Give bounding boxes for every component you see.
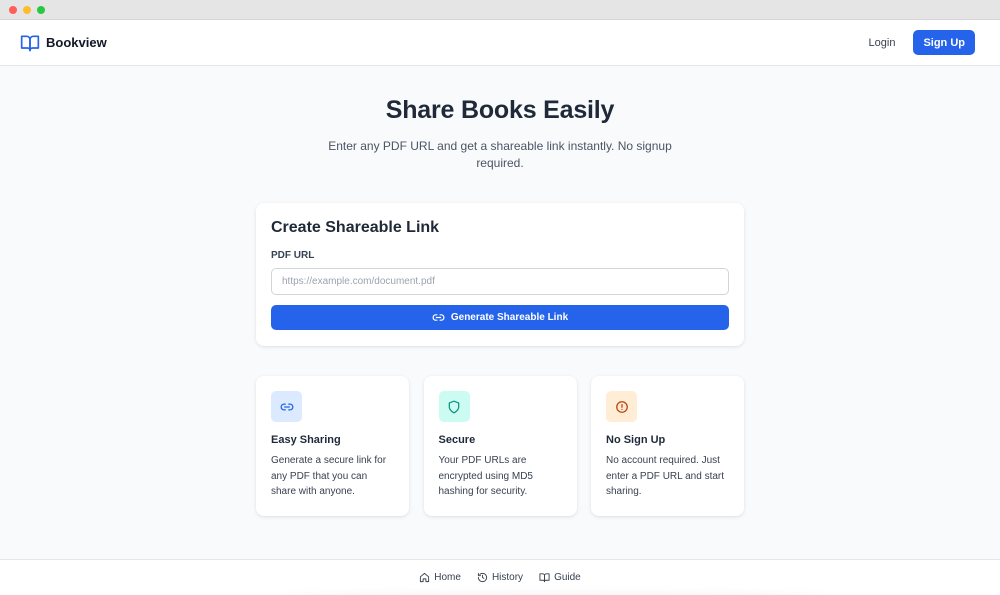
footer-link-history[interactable]: History <box>477 572 523 583</box>
pdf-url-input[interactable] <box>271 268 729 295</box>
pdf-url-label: PDF URL <box>271 250 315 261</box>
footer-nav: Home History Guide <box>0 559 1000 595</box>
feature-description: No account required. Just enter a PDF UR… <box>606 455 725 497</box>
navbar: Bookview Login Sign Up <box>0 20 1000 66</box>
book-icon <box>539 572 550 583</box>
feature-description: Generate a secure link for any PDF that … <box>271 455 387 497</box>
footer-link-label: History <box>491 572 524 583</box>
hero: Share Books Easily Enter any PDF URL and… <box>0 96 1000 172</box>
feature-description: Your PDF URLs are encrypted using MD5 ha… <box>438 455 534 497</box>
features: Easy Sharing Generate a secure link for … <box>256 376 744 516</box>
feature-title: Secure <box>438 434 476 446</box>
generate-link-button[interactable]: Generate Shareable Link <box>271 305 729 330</box>
feature-title: Easy Sharing <box>271 434 341 446</box>
window-maximize-dot[interactable] <box>37 5 45 14</box>
brand-name: Bookview <box>46 35 107 50</box>
alert-circle-icon <box>606 391 637 422</box>
footer-link-label: Guide <box>554 572 581 583</box>
page-subtitle: Enter any PDF URL and get a shareable li… <box>328 139 672 170</box>
generate-link-label: Generate Shareable Link <box>450 312 569 323</box>
feature-card-no-sign-up: No Sign Up No account required. Just ent… <box>591 376 744 516</box>
signup-button[interactable]: Sign Up <box>913 30 975 55</box>
home-icon <box>419 572 430 583</box>
login-link[interactable]: Login <box>863 33 902 53</box>
feature-card-easy-sharing: Easy Sharing Generate a secure link for … <box>256 376 409 516</box>
history-icon <box>477 572 488 583</box>
link-icon <box>271 391 302 422</box>
window-titlebar <box>0 0 1000 20</box>
card-title: Create Shareable Link <box>271 219 440 236</box>
window-close-dot[interactable] <box>9 5 17 14</box>
window-minimize-dot[interactable] <box>23 5 31 14</box>
link-icon <box>432 311 445 324</box>
shield-icon <box>438 391 470 422</box>
feature-card-secure: Secure Your PDF URLs are encrypted using… <box>423 376 577 516</box>
page-title: Share Books Easily <box>385 96 615 124</box>
open-book-icon <box>20 33 40 53</box>
footer-link-label: Home <box>434 572 461 583</box>
footer-link-guide[interactable]: Guide <box>539 572 581 583</box>
footer-link-home[interactable]: Home <box>419 572 461 583</box>
feature-title: No Sign Up <box>606 434 666 446</box>
create-link-card: Create Shareable Link PDF URL Generate S… <box>256 203 744 346</box>
brand[interactable]: Bookview <box>20 33 107 53</box>
nav-actions: Login Sign Up <box>863 30 975 55</box>
